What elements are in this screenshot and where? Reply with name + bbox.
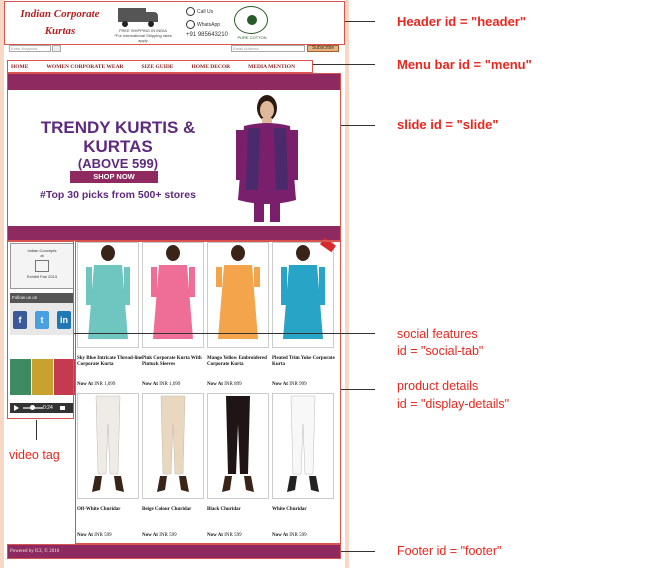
callout-line-footer xyxy=(341,551,375,552)
callout-line-header xyxy=(345,21,375,22)
header-outline xyxy=(4,1,345,45)
footer-outline xyxy=(7,544,341,559)
callout-line-menu xyxy=(313,64,375,65)
annotation-video: video tag xyxy=(9,448,60,462)
social-outline xyxy=(7,241,74,419)
email-field[interactable]: Email Address xyxy=(231,45,305,52)
callout-line-products xyxy=(341,389,375,390)
search-row: Enter Keyword Email Address Subscribe xyxy=(8,45,340,53)
annotation-social-title: social features xyxy=(397,327,478,341)
annotation-header: Header id = "header" xyxy=(397,14,527,29)
callout-line-slide xyxy=(341,125,375,126)
annotation-product-title: product details xyxy=(397,379,479,393)
annotation-social-id: id = "social-tab" xyxy=(397,344,484,358)
keyword-search-input[interactable]: Enter Keyword xyxy=(9,45,51,52)
annotation-product-id: id = "display-details" xyxy=(397,397,510,411)
annotation-slide: slide id = "slide" xyxy=(397,117,499,132)
search-button[interactable] xyxy=(52,45,61,52)
callout-line-social xyxy=(74,333,375,334)
slide-outline xyxy=(7,73,341,241)
annotation-menu: Menu bar id = "menu" xyxy=(397,57,532,72)
subscribe-button[interactable]: Subscribe xyxy=(307,45,339,52)
callout-line-video xyxy=(36,420,37,440)
products-outline xyxy=(75,241,341,544)
annotation-footer: Footer id = "footer" xyxy=(397,544,502,558)
menu-outline xyxy=(7,60,313,73)
